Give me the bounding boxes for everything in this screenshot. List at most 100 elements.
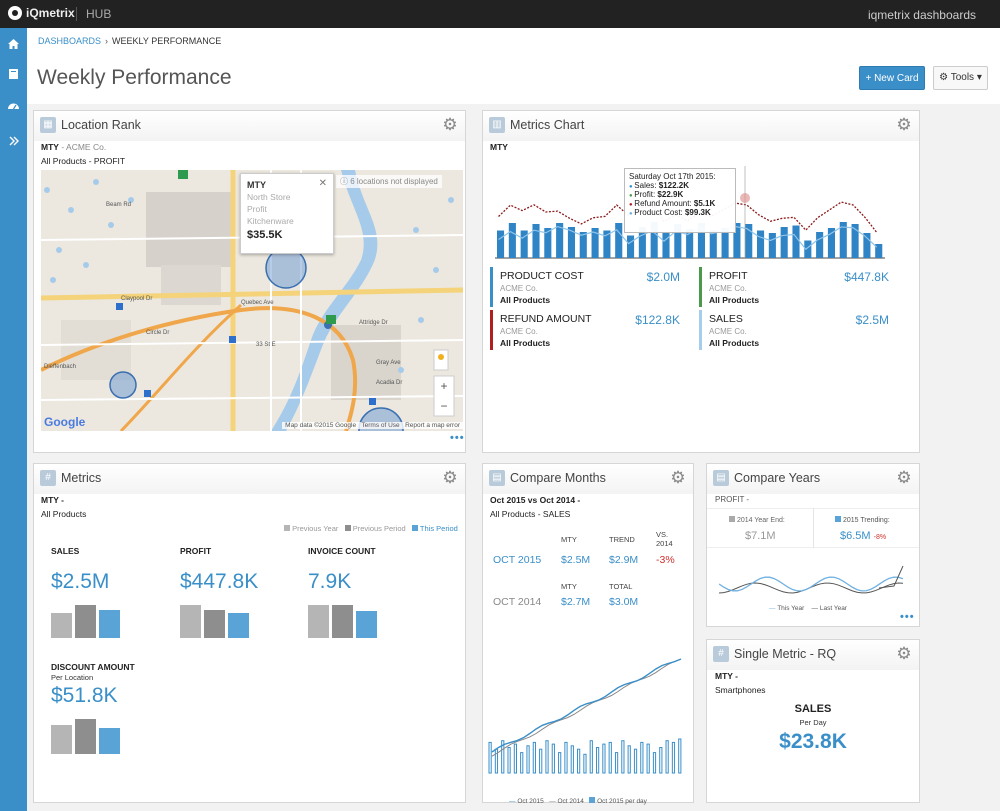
compare-years-card: ▤ Compare Years ⚙ PROFIT - 2014 Year End… [706, 463, 920, 627]
daily-bar[interactable] [520, 752, 524, 774]
sales-bar[interactable] [579, 232, 587, 258]
daily-bar[interactable] [671, 741, 676, 774]
map-attribution[interactable]: Map data ©2015 Google Terms of Use Repor… [282, 422, 463, 429]
kpi-tile[interactable]: PROFIT $447.8K ACME Co. All Products [699, 267, 899, 307]
daily-bar[interactable] [564, 741, 568, 774]
kpi-tile[interactable]: SALES $2.5M ACME Co. All Products [699, 310, 899, 350]
daily-bar[interactable] [583, 753, 587, 774]
daily-bar[interactable] [539, 748, 543, 774]
sales-bar[interactable] [863, 233, 871, 258]
daily-bar[interactable] [621, 740, 625, 774]
sales-bar[interactable] [745, 224, 753, 258]
close-icon[interactable]: ✕ [319, 178, 327, 189]
daily-bar[interactable] [602, 743, 606, 774]
popup-value: $35.5K [247, 229, 283, 241]
sales-bar[interactable] [508, 223, 516, 258]
legend-swatch [589, 797, 596, 803]
metric-tile[interactable]: PROFIT $447.8K [180, 544, 300, 654]
compare-months-chart[interactable] [488, 647, 688, 777]
home-icon[interactable] [7, 38, 20, 50]
daily-bar[interactable] [545, 740, 549, 774]
daily-bar[interactable] [558, 752, 562, 774]
sales-bar[interactable] [768, 233, 776, 258]
daily-bar[interactable] [640, 741, 644, 774]
metric-label: SALES [794, 703, 832, 715]
gear-icon[interactable]: ⚙ [669, 469, 687, 487]
kpi-tile[interactable]: PRODUCT COST $2.0M ACME Co. All Products [490, 267, 690, 307]
map-label: 33 St E [256, 342, 276, 348]
compare-years-chart[interactable] [719, 554, 909, 604]
daily-bar[interactable] [633, 748, 638, 774]
daily-bar[interactable] [614, 752, 619, 774]
legend-last-year: Last Year [819, 605, 847, 612]
map-view[interactable]: + − Beam Rd Claypool Dr Dieffenbach Queb… [41, 170, 463, 431]
top-bar: iQmetrix HUB iqmetrix dashboards [0, 0, 1000, 28]
sales-bar[interactable] [709, 230, 717, 259]
more-icon[interactable]: ••• [900, 611, 915, 623]
sales-bar[interactable] [757, 230, 765, 259]
card-subtitle: Oct 2015 vs Oct 2014 - [490, 495, 581, 505]
hub-label[interactable]: HUB [76, 7, 111, 21]
account-menu[interactable]: iqmetrix dashboards [868, 8, 976, 22]
sales-bar[interactable] [627, 235, 635, 259]
metric-tile[interactable]: DISCOUNT AMOUNT Per Location $51.8K [51, 660, 171, 770]
metric-label: DISCOUNT AMOUNT [51, 662, 135, 672]
brand-logo[interactable]: iQmetrix [8, 6, 75, 20]
kpi-tile[interactable]: REFUND AMOUNT $122.8K ACME Co. All Products [490, 310, 690, 350]
daily-bar[interactable] [595, 747, 600, 774]
new-card-button[interactable]: + New Card [859, 66, 925, 90]
daily-bar[interactable] [627, 745, 631, 774]
sales-bar[interactable] [792, 225, 800, 259]
bar-chart-icon: ▥ [489, 117, 505, 133]
daily-bar[interactable] [507, 747, 511, 774]
gear-icon[interactable]: ⚙ [895, 116, 913, 134]
daily-bar[interactable] [570, 745, 574, 774]
calendar-icon: ▤ [713, 470, 729, 486]
comparison-bar [204, 610, 225, 638]
daily-bar[interactable] [659, 747, 663, 774]
legend-oct-2015-per-day: Oct 2015 per day [597, 798, 647, 805]
sales-bar[interactable] [532, 224, 540, 258]
daily-bar[interactable] [608, 741, 612, 774]
metric-tile[interactable]: INVOICE COUNT 7.9K [308, 544, 428, 654]
more-icon[interactable]: ••• [450, 432, 465, 444]
daily-bar[interactable] [652, 752, 657, 774]
comparison-bar [308, 605, 329, 638]
comparison-bar [332, 605, 353, 638]
daily-bar[interactable] [513, 743, 518, 774]
daily-bar[interactable] [589, 740, 593, 774]
metric-tile[interactable]: SALES $2.5M [51, 544, 171, 654]
location-code: MTY [41, 142, 59, 152]
hover-point [740, 193, 750, 203]
daily-bar[interactable] [678, 738, 682, 774]
daily-bar[interactable] [488, 741, 492, 774]
daily-bar[interactable] [665, 740, 669, 774]
map-label: Circle Dr [146, 330, 170, 336]
tools-dropdown-button[interactable]: ⚙ Tools ▾ [933, 66, 988, 90]
card-subtitle: MTY - [41, 495, 64, 505]
expand-icon[interactable] [7, 135, 20, 147]
daily-bar[interactable] [532, 741, 536, 774]
metric-value: $51.8K [51, 684, 118, 707]
kpi-label: PROFIT [709, 270, 748, 282]
daily-bar[interactable] [551, 743, 555, 774]
sales-bar[interactable] [497, 230, 505, 259]
gear-icon[interactable]: ⚙ [895, 645, 913, 663]
breadcrumb-current: WEEKLY PERFORMANCE [112, 36, 222, 46]
book-icon[interactable] [7, 68, 20, 80]
compare-months-legend: — Oct 2015 — Oct 2014 Oct 2015 per day [509, 797, 647, 805]
gear-icon[interactable]: ⚙ [441, 116, 459, 134]
sales-bar[interactable] [780, 227, 788, 258]
gear-icon[interactable]: ⚙ [441, 469, 459, 487]
kpi-company: ACME Co. [500, 284, 538, 293]
gear-icon[interactable]: ⚙ [895, 469, 913, 487]
daily-bar[interactable] [526, 745, 530, 774]
sales-bar[interactable] [615, 223, 623, 258]
breadcrumb-dashboards-link[interactable]: DASHBOARDS [38, 36, 101, 46]
map-label: Gray Ave [376, 360, 401, 366]
daily-bar[interactable] [646, 743, 650, 774]
daily-bar[interactable] [577, 748, 581, 774]
dashboard-icon[interactable] [7, 100, 20, 112]
sales-bar[interactable] [816, 232, 824, 258]
legend-previous-period: Previous Period [352, 524, 406, 533]
